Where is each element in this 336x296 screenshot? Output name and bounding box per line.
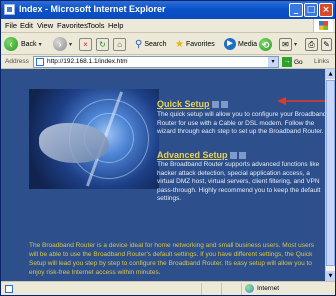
scroll-down-icon[interactable]: ▼ [326,271,335,281]
forward-button[interactable]: › ▾ [53,36,72,52]
back-arrow-icon: ‹ [4,37,18,51]
edit-icon: ✎ [321,37,332,51]
mail-dropdown-icon[interactable]: ▾ [294,41,297,48]
media-icon: ▶ [224,38,236,50]
address-url[interactable]: http://192.168.1.1/index.htm [47,58,128,65]
scroll-up-icon[interactable]: ▲ [326,69,335,79]
advanced-setup-title: Advanced Setup [157,150,228,160]
bullet-square-icon [211,101,219,109]
menu-favorites[interactable]: Favorites [57,21,88,30]
address-bar: Address http://192.168.1.1/index.htm ▾ →… [1,55,335,69]
print-icon: ⎙ [305,37,318,51]
close-button[interactable]: × [319,3,333,17]
bullet-square-icon [229,152,237,160]
favorites-button[interactable]: ★ Favorites [175,36,215,52]
favorites-label: Favorites [185,40,215,48]
status-bar: Internet [1,281,335,295]
print-button[interactable]: ⎙ [305,36,318,52]
bullet-square-icon [238,152,246,160]
search-label: Search [144,40,167,48]
address-dropdown-icon[interactable]: ▾ [268,57,278,67]
refresh-button[interactable]: ↻ [96,36,109,52]
history-icon: ⟲ [259,37,272,51]
minimize-button[interactable]: _ [289,3,303,17]
quick-setup-title: Quick Setup [157,99,210,109]
star-icon: ★ [175,38,184,50]
status-divider [241,283,242,295]
quick-setup-link[interactable]: Quick Setup [157,99,228,109]
page-icon [36,58,44,66]
scroll-thumb[interactable] [326,80,335,266]
forward-arrow-icon: › [53,37,67,51]
maximize-button[interactable]: □ [304,3,318,17]
menu-help[interactable]: Help [108,21,123,30]
home-button[interactable]: ⌂ [113,36,126,52]
window-title: Index - Microsoft Internet Explorer [19,4,166,14]
search-icon: ⚲ [135,38,143,50]
bullet-square-icon [220,101,228,109]
ie-page-icon [4,4,15,15]
go-label: Go [294,58,303,66]
title-bar[interactable]: Index - Microsoft Internet Explorer _ □ … [1,1,335,19]
address-input[interactable]: http://192.168.1.1/index.htm ▾ [33,56,279,68]
forward-dropdown-icon[interactable]: ▾ [69,41,72,48]
router-banner-image [29,89,159,189]
menu-file[interactable]: File [5,21,17,30]
windows-logo-icon [313,19,333,32]
history-button[interactable]: ⟲ [259,36,272,52]
status-page-icon [5,285,13,293]
edit-button[interactable]: ✎ [321,36,332,52]
security-zone: Internet [245,284,279,293]
mail-button[interactable]: ✉ ▾ [279,36,297,52]
advanced-setup-link[interactable]: Advanced Setup [157,150,246,160]
advanced-setup-description: The Broadband Router supports advanced f… [157,161,321,202]
media-button[interactable]: ▶ Media [224,36,257,52]
stop-icon: × [79,37,92,51]
back-label: Back [21,40,37,48]
status-divider [221,283,222,295]
links-button[interactable]: Links [314,58,329,65]
quick-setup-description: The quick setup will allow you to config… [157,111,327,135]
back-dropdown-icon[interactable]: ▾ [39,41,42,48]
toolbar: ‹ Back ▾ › ▾ × ↻ ⌂ ⚲ Search ★ Favorites … [1,33,335,55]
browser-window: Index - Microsoft Internet Explorer _ □ … [0,0,336,296]
refresh-icon: ↻ [96,37,109,51]
media-label: Media [238,40,258,48]
mail-icon: ✉ [279,37,292,51]
vertical-scrollbar[interactable]: ▲ ▼ [325,69,335,281]
home-icon: ⌂ [113,37,126,51]
search-button[interactable]: ⚲ Search [135,36,167,52]
router-intro-text: The Broadband Router is a device ideal f… [29,242,315,276]
menu-view[interactable]: View [37,21,53,30]
stop-button[interactable]: × [79,36,92,52]
zone-label: Internet [257,285,280,292]
address-label: Address [5,58,29,65]
menu-tools[interactable]: Tools [87,21,105,30]
go-arrow-icon: → [282,57,292,67]
internet-globe-icon [245,284,254,293]
back-button[interactable]: ‹ Back ▾ [4,36,42,52]
menu-bar: File Edit View Favorites Tools Help [1,19,335,33]
go-button[interactable]: → Go [282,56,308,68]
status-divider [201,283,202,295]
page-content: Quick Setup The quick setup will allow y… [1,69,335,281]
menu-edit[interactable]: Edit [20,21,33,30]
